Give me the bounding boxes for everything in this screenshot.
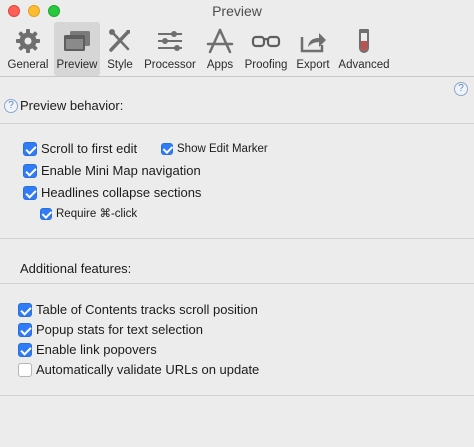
tab-processor[interactable]: Processor [141,22,199,76]
tab-style-label: Style [107,59,133,71]
label-scroll-first-edit: Scroll to first edit [41,141,138,156]
tab-advanced[interactable]: Advanced [335,22,393,76]
preview-window-icon [64,31,90,51]
help-button-preview[interactable]: ? [4,99,18,113]
checkbox-link-popovers[interactable] [18,343,32,357]
section-divider-2 [0,238,474,239]
label-show-edit-marker: Show Edit Marker [177,143,268,155]
window-title: Preview [212,3,262,19]
tab-apps-label: Apps [206,59,234,71]
section-divider-3 [0,283,474,284]
tab-general[interactable]: General [4,22,52,76]
title-bar: Preview [0,0,474,22]
checkbox-popup-stats[interactable] [18,323,32,337]
glasses-icon [251,35,281,48]
label-mini-map: Enable Mini Map navigation [41,163,201,178]
section-divider-4 [0,395,474,396]
tab-proofing-label: Proofing [244,59,288,71]
checkbox-scroll-first-edit[interactable] [23,142,37,156]
style-tools-icon [109,29,130,52]
tab-style[interactable]: Style [102,22,138,76]
preferences-toolbar: General Preview Style Processor Apps Pro… [0,22,474,77]
test-tube-icon [359,29,369,53]
tab-export[interactable]: Export [293,22,333,76]
additional-features-title: Additional features: [20,261,132,276]
checkbox-headlines-collapse[interactable] [23,186,37,200]
checkbox-show-edit-marker[interactable] [161,143,173,155]
checkbox-mini-map[interactable] [23,164,37,178]
checkbox-toc-tracks[interactable] [18,303,32,317]
tab-proofing[interactable]: Proofing [241,22,291,76]
gear-icon [16,29,40,53]
tab-advanced-label: Advanced [338,59,390,71]
checkbox-require-cmd-click[interactable] [40,208,52,220]
apps-icon [206,28,234,54]
tab-general-label: General [7,59,49,71]
label-validate-urls: Automatically validate URLs on update [36,362,260,377]
checkbox-validate-urls[interactable] [18,363,32,377]
help-button-top[interactable]: ? [454,82,468,96]
label-headlines-collapse: Headlines collapse sections [41,185,202,200]
label-link-popovers: Enable link popovers [36,342,157,357]
tab-preview-label: Preview [56,59,98,71]
section-divider-1 [0,123,474,124]
label-popup-stats: Popup stats for text selection [36,322,203,337]
preview-behavior-title: Preview behavior: [20,98,124,113]
sliders-icon [158,31,182,51]
tab-export-label: Export [296,59,330,71]
export-icon [300,33,326,53]
label-toc-tracks: Table of Contents tracks scroll position [36,302,258,317]
preferences-window: Preview General Preview Style Processor … [0,0,474,447]
tab-processor-label: Processor [144,59,196,71]
tab-apps[interactable]: Apps [202,22,238,76]
label-require-cmd-click: Require ⌘-click [56,208,138,220]
tab-preview[interactable]: Preview [54,22,100,76]
